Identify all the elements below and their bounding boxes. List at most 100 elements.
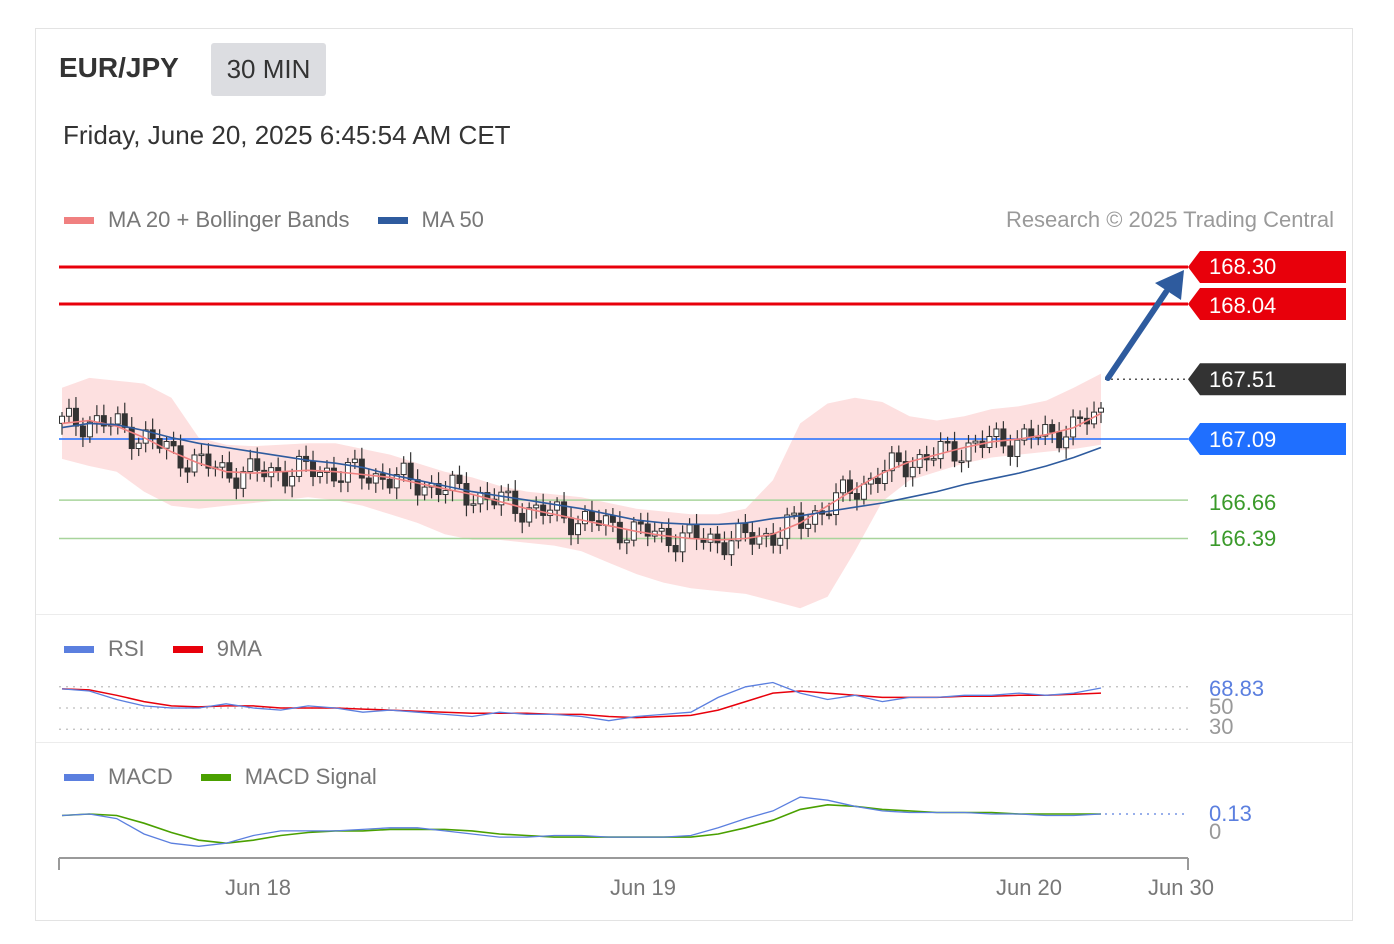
candle-body	[261, 469, 268, 478]
candle-body	[512, 490, 519, 514]
candle-body	[254, 458, 261, 471]
macd-panel	[61, 796, 1188, 847]
candle-body	[1049, 424, 1056, 433]
resistance-1-label: 168.04	[1209, 293, 1276, 318]
candle-body	[400, 462, 407, 476]
candle-body	[128, 426, 135, 450]
candle-body	[951, 441, 958, 462]
bollinger-band-fill	[62, 373, 1101, 609]
candle-body	[993, 428, 1000, 437]
candle-body	[65, 407, 72, 417]
candle-body	[944, 441, 951, 444]
candle-body	[853, 493, 860, 500]
candle-body	[226, 462, 233, 479]
candle-body	[247, 458, 254, 473]
x-tick-label: Jun 19	[610, 875, 676, 900]
candle-body	[135, 442, 142, 450]
candle-body	[505, 490, 512, 494]
candle-body	[707, 533, 714, 543]
macd-zero-label: 0	[1209, 819, 1221, 844]
candle-body	[289, 475, 296, 487]
candle-body	[240, 471, 247, 489]
candle-body	[609, 515, 616, 523]
rsi-panel	[59, 681, 1188, 730]
candle-body	[784, 514, 791, 539]
macd-line	[61, 796, 1102, 847]
candle-body	[972, 440, 979, 444]
candle-body	[616, 521, 623, 544]
candle-body	[575, 523, 582, 536]
candle-body	[456, 474, 463, 484]
candle-body	[233, 477, 240, 489]
candle-body	[310, 460, 317, 478]
rsi-ma-line	[61, 688, 1102, 719]
candle-body	[874, 477, 881, 484]
candle-body	[721, 542, 728, 556]
candle-body	[184, 467, 191, 473]
support-2-label: 166.39	[1209, 526, 1276, 551]
candle-body	[658, 527, 665, 532]
candle-body	[860, 483, 867, 500]
x-tick-label: Jun 20	[996, 875, 1062, 900]
candle-body	[693, 524, 700, 540]
price-chart-svg: 168.30 168.04 167.51 167.09 166.66 166.3…	[58, 251, 1346, 900]
candle-body	[317, 471, 324, 478]
support-1-label: 166.66	[1209, 490, 1276, 515]
current-price-label: 167.51	[1209, 367, 1276, 392]
candle-body	[909, 466, 916, 478]
candle-body	[1098, 407, 1104, 413]
candle-body	[72, 407, 79, 427]
candle-body	[282, 471, 289, 487]
candle-body	[519, 512, 526, 523]
candle-body	[365, 477, 372, 484]
candle-body	[470, 503, 477, 506]
candle-body	[1007, 445, 1014, 457]
candle-body	[588, 510, 595, 522]
candle-body	[59, 415, 65, 424]
candle-body	[679, 532, 686, 553]
candle-body	[930, 458, 937, 461]
candle-body	[219, 462, 226, 468]
candle-body	[163, 441, 170, 449]
candle-body	[623, 539, 630, 544]
rsi-30-label: 30	[1209, 714, 1233, 739]
candle-body	[777, 537, 784, 546]
x-axis	[58, 857, 1189, 870]
candle-body	[637, 521, 644, 525]
candle-body	[198, 453, 205, 457]
candle-body	[826, 513, 833, 517]
candle-body	[330, 467, 337, 482]
candle-body	[805, 523, 812, 529]
candle-body	[1000, 428, 1007, 447]
candle-body	[533, 504, 540, 509]
candle-body	[149, 429, 156, 440]
candle-body	[1056, 431, 1063, 449]
candle-body	[554, 501, 561, 511]
candle-body	[79, 425, 86, 438]
candle-body	[958, 460, 965, 463]
candle-body	[895, 452, 902, 463]
candle-body	[114, 413, 121, 425]
candle-body	[191, 454, 198, 473]
candle-body	[742, 522, 749, 534]
candle-body	[839, 479, 846, 494]
candle-body	[1077, 416, 1084, 420]
arrow-head	[1155, 270, 1184, 300]
candle-body	[916, 454, 923, 468]
candle-body	[351, 458, 358, 464]
candle-body	[540, 504, 547, 516]
x-tick-label: Jun 18	[225, 875, 291, 900]
candle-body	[937, 441, 944, 460]
candle-body	[442, 490, 449, 495]
candle-body	[170, 441, 177, 447]
x-tick-label: Jun 30	[1148, 875, 1214, 900]
candle-body	[407, 462, 414, 481]
resistance-2-label: 168.30	[1209, 254, 1276, 279]
candle-body	[1014, 439, 1021, 457]
candle-body	[1063, 436, 1070, 449]
candle-body	[421, 486, 428, 496]
candle-body	[672, 545, 679, 553]
candle-body	[337, 480, 344, 483]
candle-body	[386, 478, 393, 489]
candle-body	[833, 492, 840, 516]
